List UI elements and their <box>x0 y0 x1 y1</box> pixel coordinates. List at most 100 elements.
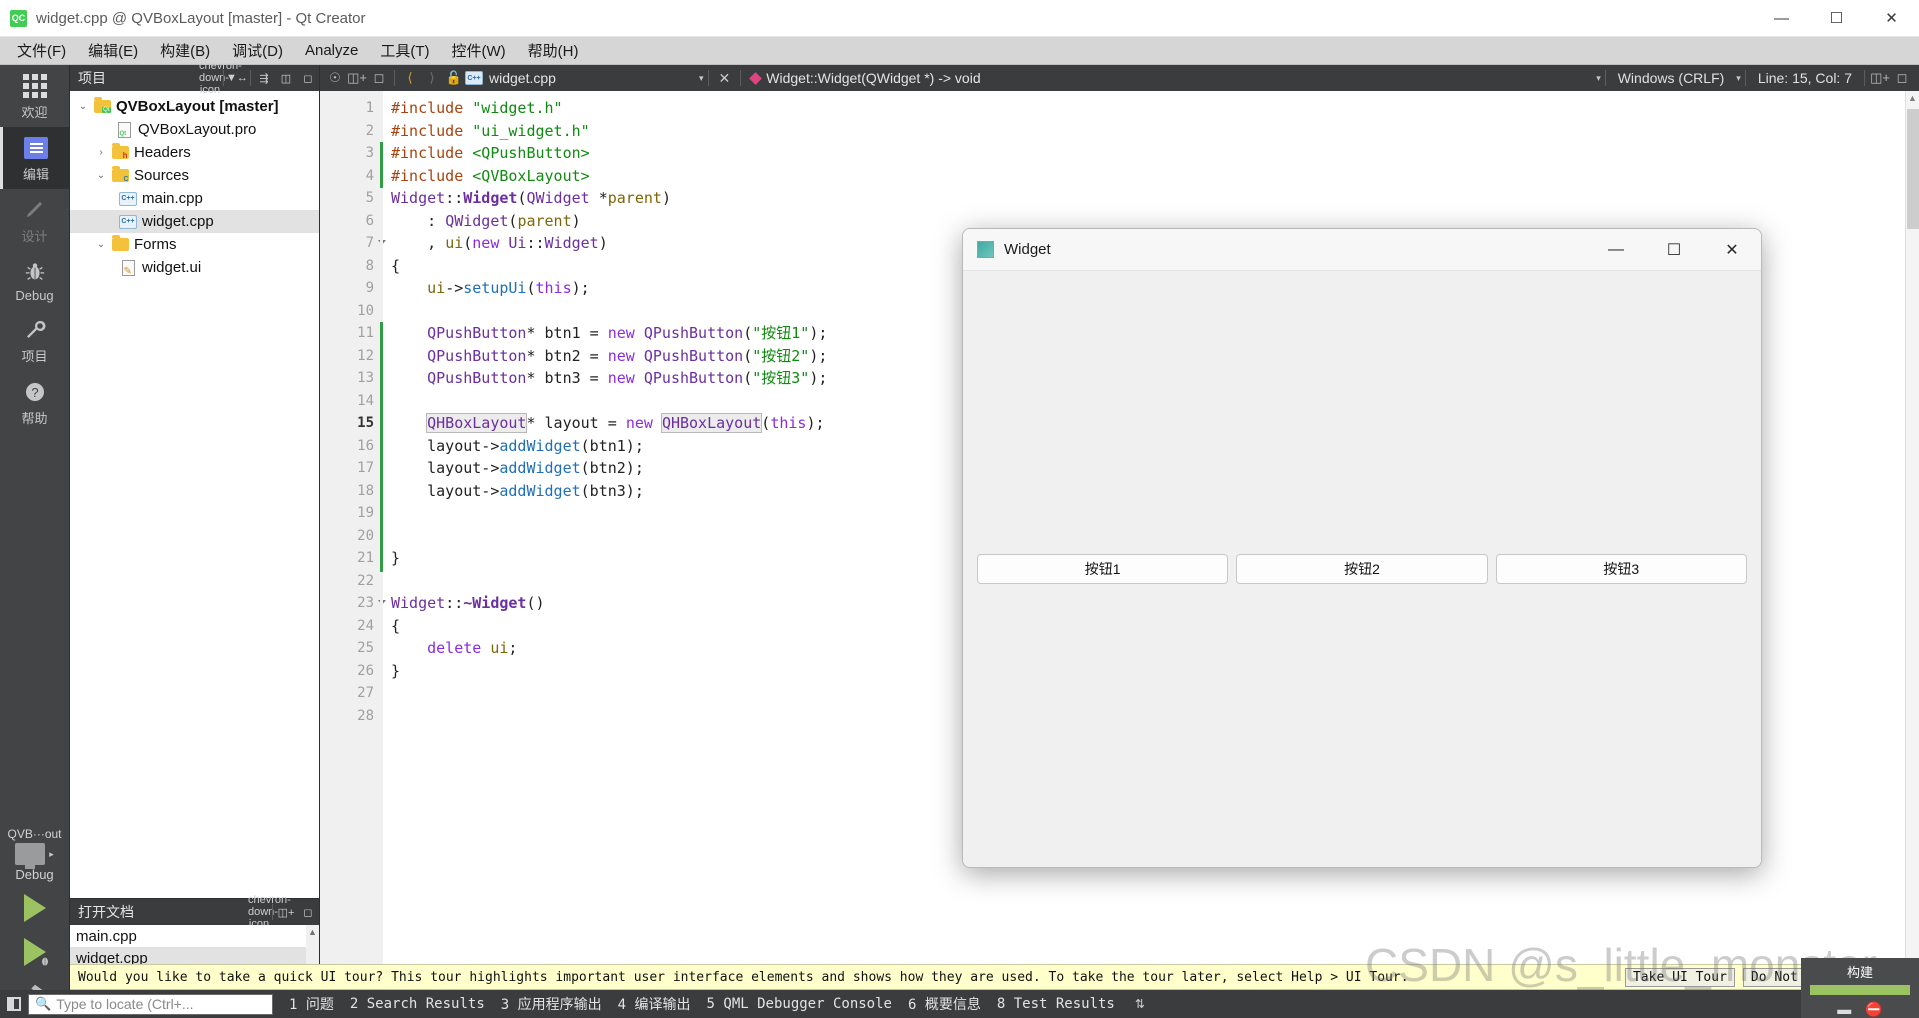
scroll-up-icon[interactable]: ▲ <box>1906 91 1919 103</box>
code-line-3: #include <QPushButton> <box>391 144 590 162</box>
question-icon: ? <box>22 379 48 405</box>
locator-input[interactable]: 🔍 Type to locate (Ctrl+... <box>28 993 273 1015</box>
twisty-icon[interactable]: ⌄ <box>92 239 110 250</box>
window-maximize-button[interactable]: ☐ <box>1809 0 1864 37</box>
project-panel-header: 项目 chevron-down-icon ▼↔ ⇶ ◫ ◻ <box>70 60 319 96</box>
open-doc-main-cpp[interactable]: main.cpp <box>70 925 319 947</box>
trash-icon[interactable]: ⛔ <box>1865 1001 1882 1018</box>
scrollbar-thumb[interactable] <box>1907 109 1919 229</box>
mode-welcome-label: 欢迎 <box>21 105 48 120</box>
twisty-icon[interactable]: ⌄ <box>74 101 92 112</box>
toolbar-separator-6 <box>1864 70 1865 86</box>
minimize-icon[interactable]: ▬ <box>1837 1001 1851 1018</box>
locator-placeholder: Type to locate (Ctrl+... <box>56 996 194 1012</box>
output-pane-compile-output[interactable]: 4 编译输出 <box>618 994 691 1014</box>
output-pane-buttons: 1 问题 2 Search Results 3 应用程序输出 4 编译输出 5 … <box>289 994 1145 1014</box>
line-number: 8 <box>365 257 374 274</box>
line-number-gutter: 1 2 3 4 5 6 7 8 9 10 11 12 13 14 15 16 1 <box>320 91 386 1018</box>
split-icon[interactable]: ◫ <box>275 72 297 85</box>
editor-file-selector[interactable]: C++ widget.cpp <box>465 70 695 86</box>
cpp-file-icon: C++ <box>118 214 138 229</box>
close-split-icon[interactable]: ◻ <box>1891 70 1913 86</box>
mode-edit-label: 编辑 <box>22 167 49 182</box>
line-number: 27 <box>357 685 374 701</box>
output-pane-qml-debugger[interactable]: 5 QML Debugger Console <box>707 996 892 1012</box>
tree-item-widget-cpp[interactable]: C++ widget.cpp <box>70 210 319 233</box>
editor-scrollbar[interactable]: ▲ ▼ <box>1905 91 1919 1018</box>
twisty-icon[interactable]: ⌄ <box>92 170 110 181</box>
mode-projects[interactable]: 项目 <box>0 309 70 371</box>
menu-edit[interactable]: 编辑(E) <box>77 36 149 65</box>
menu-analyze[interactable]: Analyze <box>294 38 369 63</box>
split-icon[interactable]: ◫+ <box>346 70 368 86</box>
sources-folder-icon <box>110 166 130 183</box>
menu-widgets[interactable]: 控件(W) <box>441 36 517 65</box>
chevron-down-icon[interactable]: ▾ <box>699 73 704 84</box>
push-button-3[interactable]: 按钮3 <box>1495 554 1747 584</box>
mode-help[interactable]: ? 帮助 <box>0 371 70 433</box>
push-button-2[interactable]: 按钮2 <box>1236 554 1488 584</box>
output-pane-updown-icon[interactable]: ⇅ <box>1135 997 1145 1011</box>
chevron-right-icon[interactable]: ⟩ <box>421 70 443 86</box>
qt-pro-file-icon <box>114 121 134 138</box>
tree-item-sources[interactable]: ⌄ Sources <box>70 164 319 187</box>
qt-creator-window: QC widget.cpp @ QVBoxLayout [master] - Q… <box>0 0 1919 1018</box>
symbol-selector[interactable]: Widget::Widget(QWidget *) -> void <box>749 70 981 86</box>
mode-design[interactable]: 设计 <box>0 189 70 251</box>
sidebar-toggle-icon[interactable] <box>0 990 28 1018</box>
mode-design-label: 设计 <box>21 229 48 244</box>
tree-item-widget-ui[interactable]: widget.ui <box>70 256 319 279</box>
twisty-icon[interactable]: › <box>92 147 110 158</box>
widget-close-button[interactable]: ✕ <box>1703 229 1761 271</box>
tree-item-forms[interactable]: ⌄ Forms <box>70 233 319 256</box>
output-pane-test-results[interactable]: 8 Test Results <box>997 996 1115 1012</box>
chevron-down-icon[interactable]: ▾ <box>1596 73 1601 84</box>
mode-selector-bar: 欢迎 编辑 设计 Debug 项目 ? 帮助 QVB···out ▸ Debug <box>0 65 70 1018</box>
tree-item-project[interactable]: ⌄ QVBoxLayout [master] <box>70 95 319 118</box>
mode-welcome[interactable]: 欢迎 <box>0 65 70 127</box>
output-pane-summary[interactable]: 6 概要信息 <box>908 994 981 1014</box>
line-number: 24 <box>357 617 374 634</box>
close-icon[interactable]: ◻ <box>297 72 319 85</box>
bookmark-icon[interactable]: ☉ <box>324 70 346 86</box>
pencil-icon <box>22 197 48 223</box>
output-pane-search-results[interactable]: 2 Search Results <box>350 996 485 1012</box>
window-close-button[interactable]: ✕ <box>1864 0 1919 37</box>
chevron-down-icon[interactable]: ▾ <box>1736 73 1741 84</box>
filter-icon[interactable]: ▼↔ <box>226 72 248 84</box>
output-pane-issues[interactable]: 1 问题 <box>289 994 334 1014</box>
output-pane-app-output[interactable]: 3 应用程序输出 <box>501 994 602 1014</box>
line-number: 17 <box>357 460 374 476</box>
unlock-icon[interactable]: 🔓 <box>443 70 465 86</box>
toolbar-separator-3 <box>740 70 742 86</box>
split-icon[interactable]: ◫+ <box>275 906 297 919</box>
hbox-layout: 按钮1 按钮2 按钮3 <box>977 554 1747 584</box>
take-ui-tour-button[interactable]: Take UI Tour <box>1624 967 1735 987</box>
split-editor-icon[interactable]: ◫+ <box>1869 70 1891 86</box>
menu-tools[interactable]: 工具(T) <box>369 36 440 65</box>
menu-file[interactable]: 文件(F) <box>6 36 77 65</box>
header-separator <box>223 70 224 86</box>
window-minimize-button[interactable]: — <box>1754 0 1809 37</box>
run-button[interactable] <box>0 886 70 930</box>
close-split-icon[interactable]: ◻ <box>297 906 319 919</box>
line-ending-selector[interactable]: Windows (CRLF) <box>1610 70 1733 86</box>
widget-maximize-button[interactable]: ☐ <box>1645 229 1703 271</box>
link-icon[interactable]: ⇶ <box>253 72 275 85</box>
scroll-up-icon[interactable]: ▲ <box>306 925 319 937</box>
push-button-1[interactable]: 按钮1 <box>977 554 1229 584</box>
tree-item-pro-file[interactable]: QVBoxLayout.pro <box>70 118 319 141</box>
tree-item-headers[interactable]: › Headers <box>70 141 319 164</box>
mode-debug[interactable]: Debug <box>0 251 70 309</box>
ui-tour-banner: Would you like to take a quick UI tour? … <box>70 964 1919 990</box>
debug-run-button[interactable] <box>0 930 70 974</box>
chevron-left-icon[interactable]: ⟨ <box>399 70 421 86</box>
menu-help[interactable]: 帮助(H) <box>517 36 590 65</box>
tree-item-main-cpp[interactable]: C++ main.cpp <box>70 187 319 210</box>
mode-edit[interactable]: 编辑 <box>0 127 70 189</box>
widget-application-window[interactable]: Widget — ☐ ✕ 按钮1 按钮2 按钮3 <box>962 228 1762 868</box>
close-document-button[interactable]: ✕ <box>713 70 737 87</box>
kit-selector[interactable]: QVB···out ▸ Debug <box>0 827 70 886</box>
widget-minimize-button[interactable]: — <box>1587 229 1645 271</box>
split-editor-icon[interactable]: ◻ <box>368 70 390 86</box>
